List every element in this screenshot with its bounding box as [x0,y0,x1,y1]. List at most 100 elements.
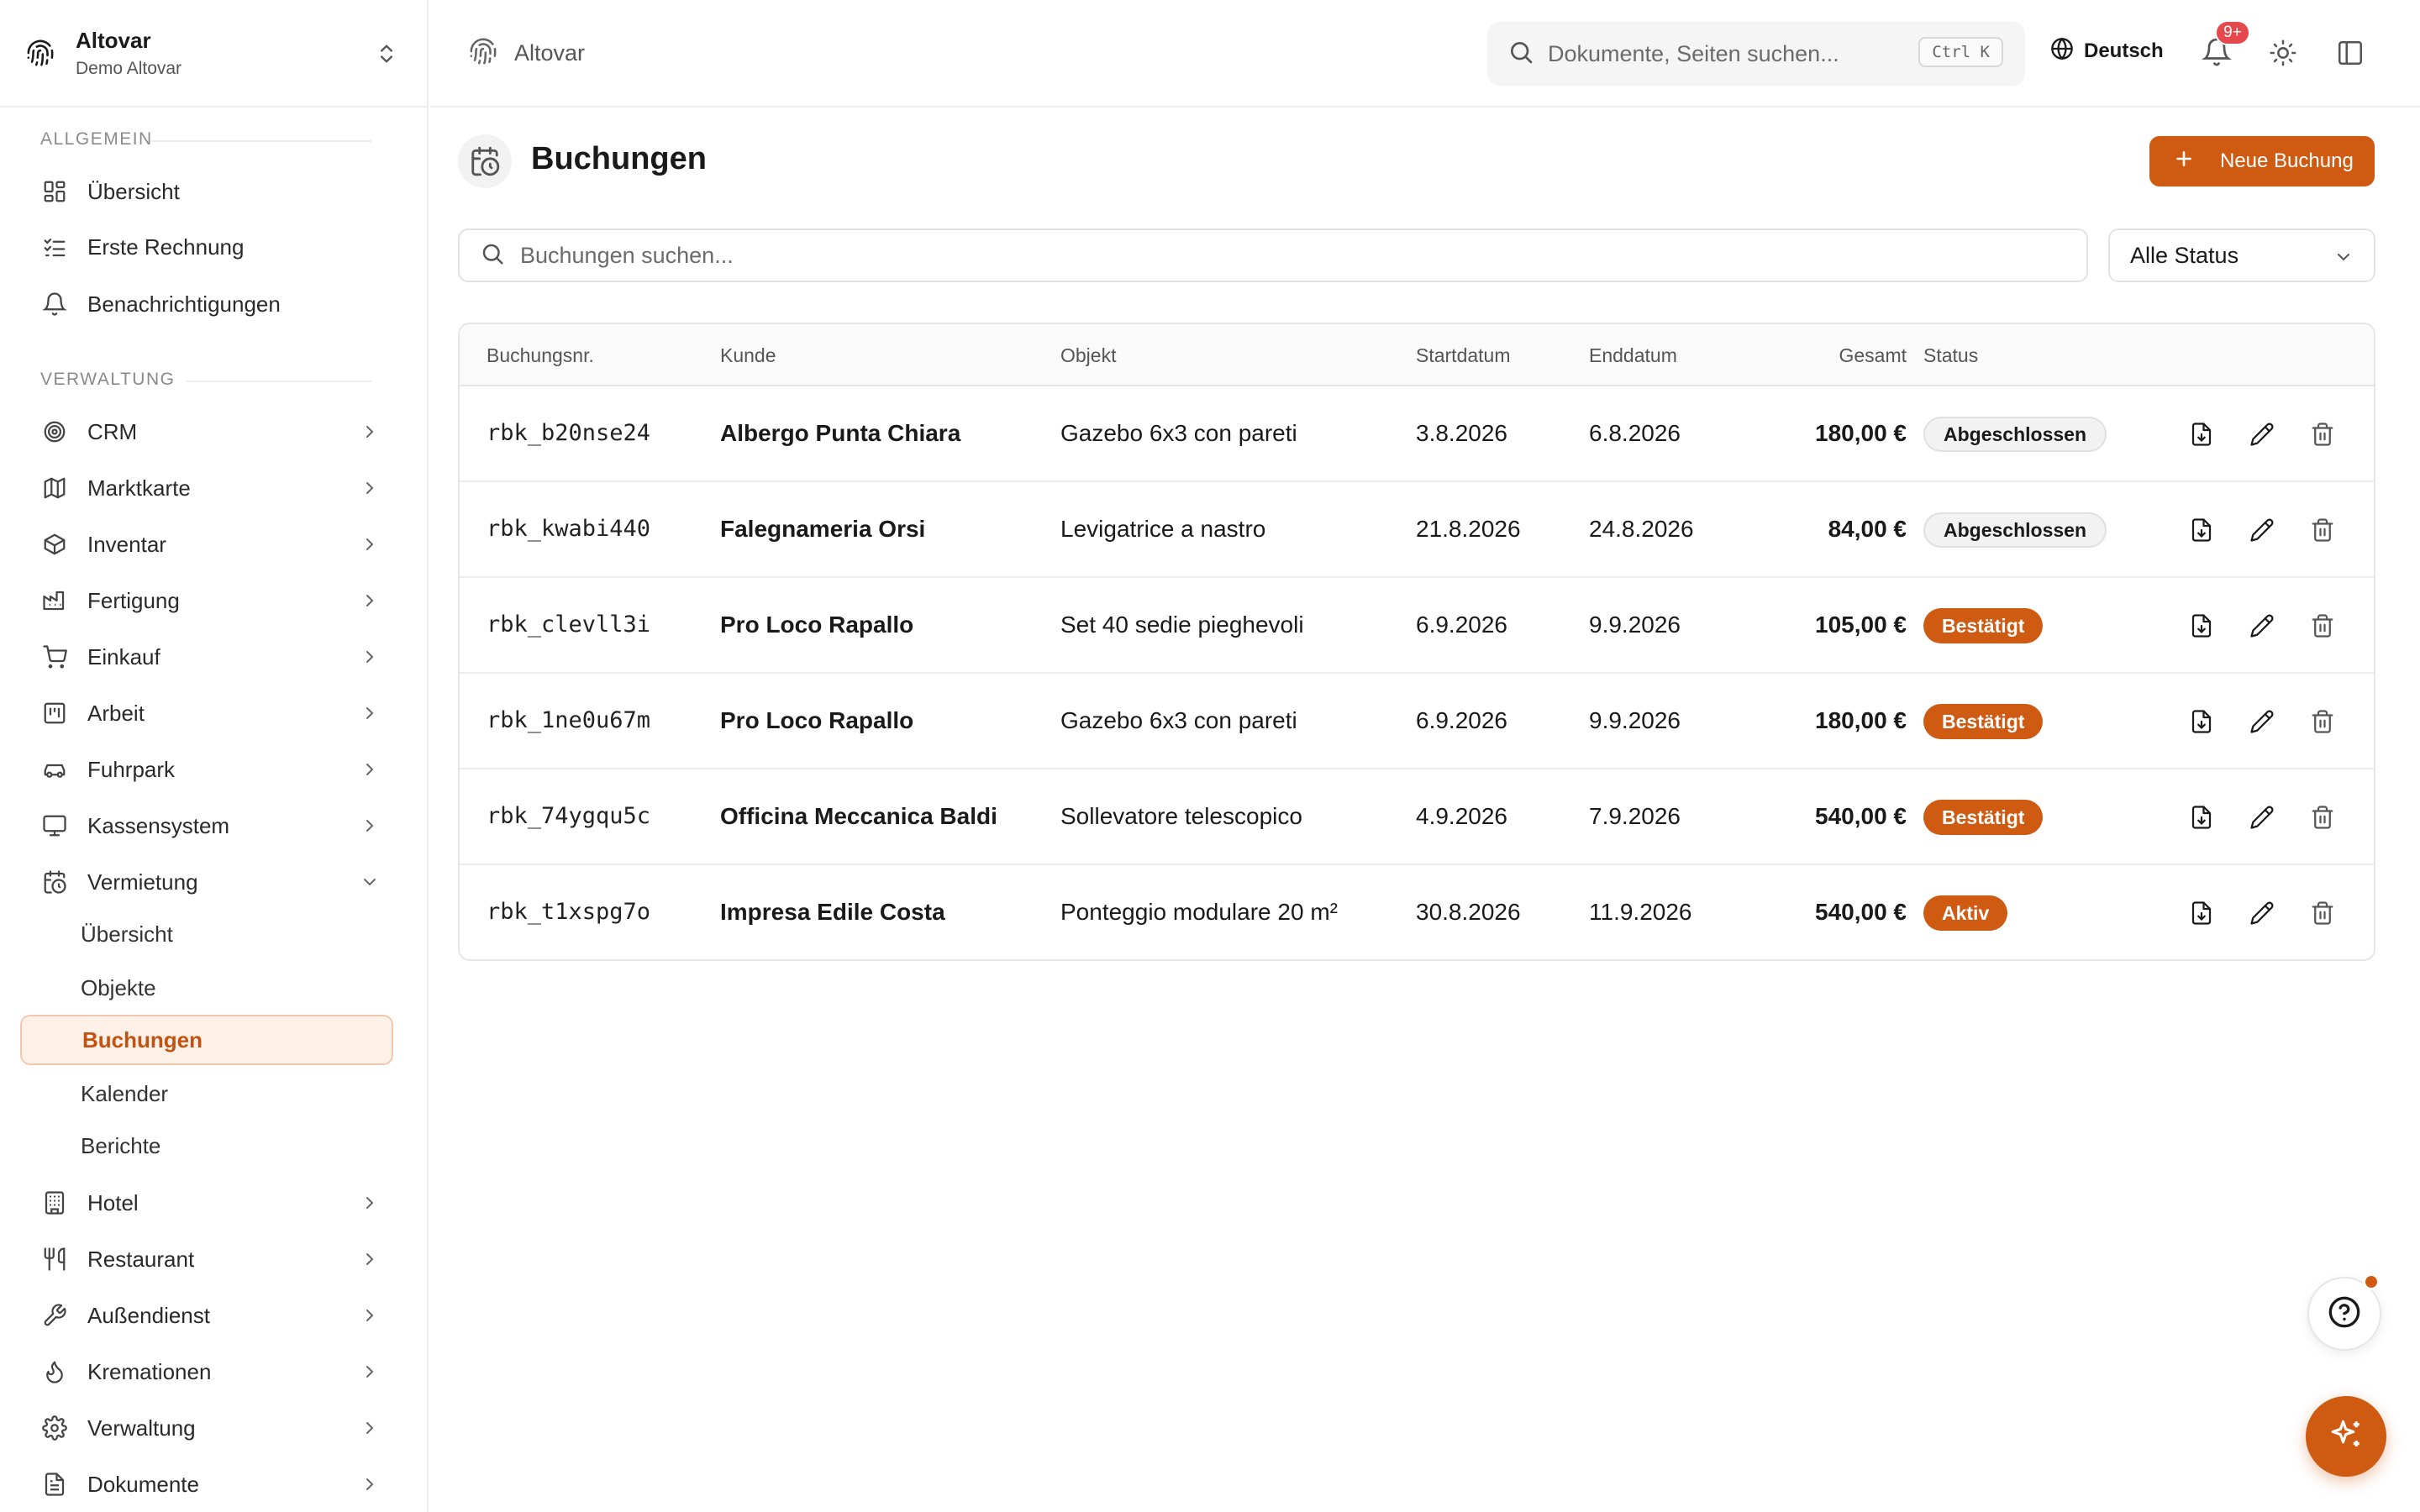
delete-trash-icon[interactable] [2308,707,2337,736]
theme-toggle-sun-icon[interactable] [2269,39,2299,69]
download-document-icon[interactable] [2187,803,2216,832]
table-row[interactable]: rbk_b20nse24 Albergo Punta Chiara Gazebo 6… [460,386,2374,482]
edit-pencil-icon[interactable] [2248,899,2276,927]
sidebar-subitem-calendar[interactable]: Kalender [20,1068,393,1119]
checklist-icon [40,233,69,261]
breadcrumb[interactable]: Altovar [469,37,585,70]
new-booking-label: Neue Buchung [2220,150,2354,172]
booking-number[interactable]: rbk_b20nse24 [487,420,650,446]
table-row[interactable]: rbk_t1xspg7o Impresa Edile Costa Ponteggio… [460,865,2374,959]
column-header-item[interactable]: Objekt [1060,344,1116,367]
ai-assistant-button[interactable] [2306,1396,2386,1477]
column-header-customer[interactable]: Kunde [720,344,776,367]
sidebar-item-administration[interactable]: Verwaltung [20,1403,393,1453]
download-document-icon[interactable] [2187,707,2216,736]
booking-search[interactable] [458,228,2088,282]
total-amount: 105,00 € [1815,612,1907,638]
building-icon [40,1189,69,1217]
sidebar-item-restaurant[interactable]: Restaurant [20,1234,393,1284]
sidebar-item-inventory[interactable]: Inventar [20,519,393,570]
chevron-right-icon [360,1305,380,1326]
sidebar-item-pos[interactable]: Kassensystem [20,801,393,851]
customer-name: Pro Loco Rapallo [720,707,914,733]
edit-pencil-icon[interactable] [2248,803,2276,832]
delete-trash-icon[interactable] [2308,899,2337,927]
sidebar-item-label: Arbeit [87,700,145,726]
start-date: 21.8.2026 [1416,516,1521,542]
sidebar-subitem-reports[interactable]: Berichte [20,1121,393,1171]
booking-number[interactable]: rbk_clevll3i [487,612,650,638]
global-search[interactable]: Dokumente, Seiten suchen... Ctrl K [1487,22,2025,86]
sidebar-item-documents[interactable]: Dokumente [20,1459,393,1509]
sidebar-item-field-service[interactable]: Außendienst [20,1290,393,1341]
status-badge: Abgeschlossen [1923,417,2107,452]
table-row[interactable]: rbk_74ygqu5c Officina Meccanica Baldi Soll… [460,769,2374,865]
column-header-end[interactable]: Enddatum [1589,344,1677,367]
chevron-right-icon [360,478,380,498]
status-filter-select[interactable]: Alle Status [2108,228,2375,282]
column-header-status[interactable]: Status [1923,344,1978,367]
download-document-icon[interactable] [2187,420,2216,449]
table-row[interactable]: rbk_1ne0u67m Pro Loco Rapallo Gazebo 6x3 c… [460,674,2374,769]
sidebar-item-hotel[interactable]: Hotel [20,1178,393,1228]
edit-pencil-icon[interactable] [2248,707,2276,736]
new-booking-button[interactable]: Neue Buchung [2149,136,2375,186]
delete-trash-icon[interactable] [2308,420,2337,449]
delete-trash-icon[interactable] [2308,803,2337,832]
edit-pencil-icon[interactable] [2248,612,2276,640]
section-divider [151,140,371,142]
sidebar-subitem-bookings[interactable]: Buchungen [20,1015,393,1065]
sidebar-item-rental[interactable]: Vermietung [20,857,393,907]
chevrons-up-down-icon [375,40,398,67]
table-header: Buchungsnr. Kunde Objekt Startdatum Endd… [460,324,2374,386]
table-row[interactable]: rbk_kwabi440 Falegnameria Orsi Levigatrice… [460,482,2374,578]
sidebar-item-label: Kassensystem [87,812,230,838]
download-document-icon[interactable] [2187,899,2216,927]
download-document-icon[interactable] [2187,516,2216,544]
chevron-down-icon [2333,247,2354,267]
sidebar-item-manufacturing[interactable]: Fertigung [20,575,393,626]
sidebar-item-crm[interactable]: CRM [20,407,393,457]
org-switcher[interactable]: Altovar Demo Altovar [0,0,427,108]
end-date: 7.9.2026 [1589,803,1681,829]
panel-toggle-icon[interactable] [2336,39,2366,69]
sidebar-item-cremations[interactable]: Kremationen [20,1347,393,1397]
booking-number[interactable]: rbk_1ne0u67m [487,707,650,733]
calendar-clock-icon [40,868,69,896]
table-row[interactable]: rbk_clevll3i Pro Loco Rapallo Set 40 sedie… [460,578,2374,674]
column-header-booking-no[interactable]: Buchungsnr. [487,344,594,367]
delete-trash-icon[interactable] [2308,516,2337,544]
booking-number[interactable]: rbk_t1xspg7o [487,899,650,925]
utensils-icon [40,1245,69,1273]
start-date: 3.8.2026 [1416,420,1507,446]
rental-item: Levigatrice a nastro [1060,516,1266,542]
plus-icon [2173,148,2195,176]
sidebar-item-purchasing[interactable]: Einkauf [20,632,393,682]
column-header-total[interactable]: Gesamt [1797,344,1907,367]
sidebar-item-notifications[interactable]: Benachrichtigungen [20,279,393,329]
rental-item: Gazebo 6x3 con pareti [1060,420,1297,446]
column-header-start[interactable]: Startdatum [1416,344,1511,367]
rental-item: Ponteggio modulare 20 m² [1060,899,1338,925]
total-amount: 180,00 € [1815,707,1907,733]
delete-trash-icon[interactable] [2308,612,2337,640]
download-document-icon[interactable] [2187,612,2216,640]
status-badge: Bestätigt [1923,800,2044,835]
sidebar-item-first-invoice[interactable]: Erste Rechnung [20,222,393,272]
page-title: Buchungen [531,141,707,176]
section-divider [187,381,371,382]
booking-number[interactable]: rbk_kwabi440 [487,516,650,542]
sidebar-item-market-map[interactable]: Marktkarte [20,463,393,513]
sidebar-item-fleet[interactable]: Fuhrpark [20,744,393,795]
sidebar-subitem-overview[interactable]: Übersicht [20,909,393,959]
sidebar-subitem-objects[interactable]: Objekte [20,963,393,1013]
end-date: 24.8.2026 [1589,516,1694,542]
sidebar-item-overview[interactable]: Übersicht [20,166,393,217]
wrench-icon [40,1301,69,1330]
edit-pencil-icon[interactable] [2248,516,2276,544]
booking-number[interactable]: rbk_74ygqu5c [487,803,650,829]
language-switcher[interactable]: Deutsch [2050,37,2164,65]
sidebar-item-work[interactable]: Arbeit [20,688,393,738]
edit-pencil-icon[interactable] [2248,420,2276,449]
booking-search-input[interactable] [520,242,2033,269]
